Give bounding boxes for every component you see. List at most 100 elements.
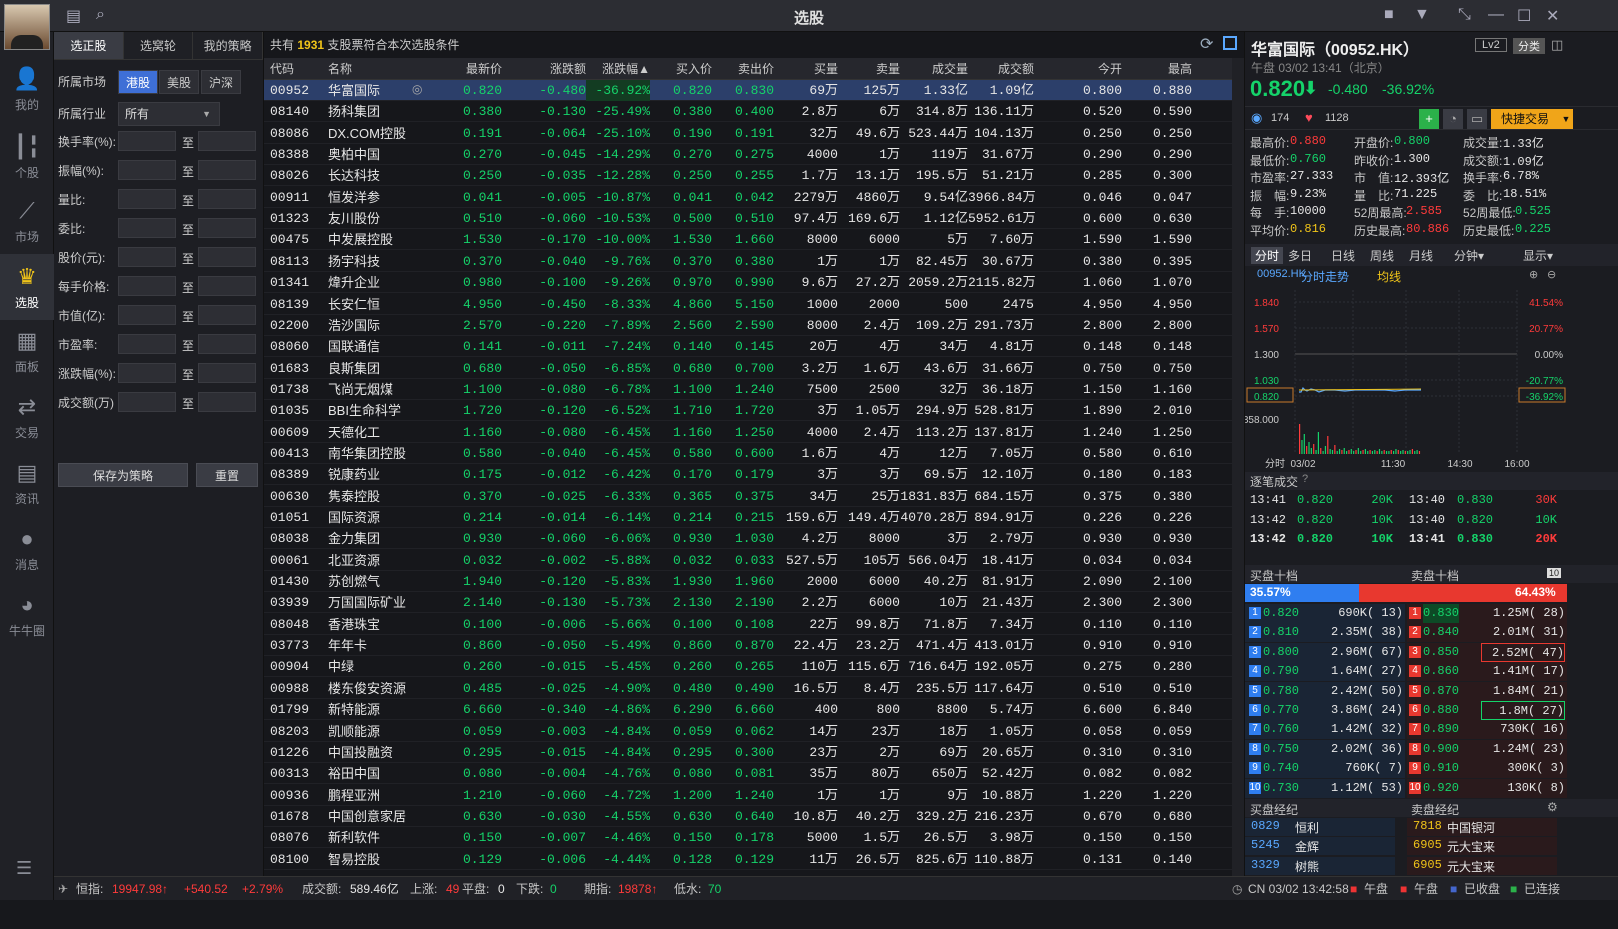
broker-settings-icon[interactable]: ⚙ [1547, 800, 1558, 814]
table-row[interactable]: 01035 BBI生命科学 1.720 -0.120 -6.52% 1.710 1.720 3… [264, 400, 1232, 422]
filter-max-input[interactable] [198, 189, 256, 209]
chart-tab[interactable]: 月线 [1409, 247, 1433, 264]
filter-min-input[interactable] [118, 305, 176, 325]
table-row[interactable]: 01323 友川股份 0.510 -0.060 -10.53% 0.500 0.510 97.… [264, 208, 1232, 230]
table-row[interactable]: 08203 凯顺能源 0.059 -0.003 -4.84% 0.059 0.062 14万 2… [264, 721, 1232, 742]
market-cn-button[interactable]: 沪深 [201, 70, 241, 94]
industry-select[interactable]: 所有 ▼ [118, 102, 220, 126]
table-row[interactable]: 00609 天德化工 1.160 -0.080 -6.45% 1.160 1.250 4000… [264, 422, 1232, 443]
filter-max-input[interactable] [198, 363, 256, 383]
table-row[interactable]: 08086 DX.COM控股 0.191 -0.064 -25.10% 0.190 0.19… [264, 123, 1232, 144]
table-row[interactable]: 00313 裕田中国 0.080 -0.004 -4.76% 0.080 0.081 35万 8… [264, 763, 1232, 785]
zoom-out-icon[interactable]: ⊖ [1547, 268, 1556, 281]
nav-item-1[interactable]: ┃╏ 个股 [0, 124, 54, 190]
table-row[interactable]: 00952 华富国际 0.820 -0.480 -36.92% 0.820 0.830 69万… [264, 80, 1232, 101]
table-row[interactable]: 03939 万国国际矿业 2.140 -0.130 -5.73% 2.130 2.190 2.… [264, 592, 1232, 614]
menu-icon[interactable]: ☰ [16, 858, 32, 879]
filter-min-input[interactable] [118, 247, 176, 267]
filter-min-input[interactable] [118, 160, 176, 180]
table-row[interactable]: 01683 良斯集团 0.680 -0.050 -6.85% 0.680 0.700 3.2万… [264, 358, 1232, 379]
category-button[interactable]: 分类 [1513, 38, 1545, 54]
filter-min-input[interactable] [118, 392, 176, 412]
column-header-11[interactable]: 今开 [1034, 58, 1122, 80]
nav-item-0[interactable]: 👤 我的 [0, 56, 54, 122]
add-watchlist-icon[interactable]: + [1419, 109, 1439, 129]
chart-tab[interactable]: 周线 [1370, 247, 1394, 264]
vertical-scrollbar[interactable] [1232, 58, 1244, 876]
minimize-icon[interactable]: — [1488, 6, 1504, 24]
tab-select-stock[interactable]: 选正股 [54, 32, 124, 59]
market-us-button[interactable]: 美股 [159, 70, 199, 94]
save-strategy-button[interactable]: 保存为策略 [58, 463, 188, 487]
table-row[interactable]: 01226 中国投融资 0.295 -0.015 -4.84% 0.295 0.300 23万… [264, 742, 1232, 763]
nav-item-4[interactable]: ▦ 面板 [0, 318, 54, 384]
table-row[interactable]: 00061 北亚资源 0.032 -0.002 -5.88% 0.032 0.033 527.… [264, 550, 1232, 571]
filter-max-input[interactable] [198, 392, 256, 412]
column-header-8[interactable]: 卖量 [838, 58, 900, 80]
filter-max-input[interactable] [198, 131, 256, 151]
table-row[interactable]: 00475 中发展控股 1.530 -0.170 -10.00% 1.530 1.660 80… [264, 229, 1232, 251]
tab-select-warrant[interactable]: 选窝轮 [123, 32, 194, 59]
column-header-6[interactable]: 卖出价 [712, 58, 774, 80]
column-header-1[interactable]: 名称 [328, 58, 428, 80]
table-row[interactable]: 00911 恒发洋参 0.041 -0.005 -10.87% 0.041 0.042 227… [264, 187, 1232, 208]
tab-my-strategy[interactable]: 我的策略 [193, 32, 264, 59]
level-badge[interactable]: Lv2 [1475, 38, 1507, 52]
table-row[interactable]: 01678 中国创意家居 0.630 -0.030 -4.55% 0.630 0.640 10… [264, 806, 1232, 827]
maximize-icon[interactable]: ☐ [1517, 6, 1531, 26]
table-row[interactable]: 08140 扬科集团 0.380 -0.130 -25.49% 0.380 0.400 2.8… [264, 101, 1232, 123]
shrink-icon[interactable]: ⤡ [1458, 6, 1471, 24]
chart-tab[interactable]: 日线 [1331, 247, 1355, 264]
shirt-icon[interactable]: ▼ [1414, 6, 1430, 24]
table-row[interactable]: 08060 国联通信 0.141 -0.011 -7.24% 0.140 0.145 20万 4… [264, 336, 1232, 358]
filter-max-input[interactable] [198, 305, 256, 325]
column-header-3[interactable]: 涨跌额 [504, 58, 586, 80]
table-row[interactable]: 02200 浩沙国际 2.570 -0.220 -7.89% 2.560 2.590 8000… [264, 315, 1232, 336]
chart-tab[interactable]: 多日 [1288, 247, 1312, 264]
table-row[interactable]: 03773 年年卡 0.860 -0.050 -5.49% 0.860 0.870 22.4万… [264, 635, 1232, 657]
column-header-4[interactable]: 涨跌幅▲ [586, 58, 650, 80]
avatar[interactable] [4, 4, 50, 50]
quick-trade-button[interactable]: 快捷交易 [1491, 109, 1559, 129]
table-row[interactable]: 01341 煒升企业 0.980 -0.100 -9.26% 0.970 0.990 9.6万… [264, 272, 1232, 294]
filter-min-input[interactable] [118, 189, 176, 209]
help-icon[interactable]: ? [1302, 473, 1308, 485]
table-row[interactable]: 00630 隽泰控股 0.370 -0.025 -6.33% 0.365 0.375 34万 2… [264, 486, 1232, 507]
heart-icon[interactable]: ♥ [1305, 110, 1313, 125]
market-hk-button[interactable]: 港股 [118, 70, 158, 94]
column-header-0[interactable]: 代码 [270, 58, 320, 80]
table-row[interactable]: 08076 新利软件 0.150 -0.007 -4.46% 0.150 0.178 5000… [264, 827, 1232, 849]
column-header-12[interactable]: 最高 [1122, 58, 1192, 80]
column-header-10[interactable]: 成交额 [968, 58, 1034, 80]
table-row[interactable]: 08100 智易控股 0.129 -0.006 -4.44% 0.128 0.129 11万 2… [264, 849, 1232, 870]
quick-trade-dropdown-icon[interactable]: ▼ [1559, 109, 1573, 129]
table-row[interactable]: 08388 奥柏中国 0.270 -0.045 -14.29% 0.270 0.275 400… [264, 144, 1232, 166]
nav-item-5[interactable]: ⇄ 交易 [0, 384, 54, 450]
column-header-5[interactable]: 买入价 [650, 58, 712, 80]
chart-tab[interactable]: 分钟▾ [1454, 247, 1484, 264]
watch-icon[interactable]: ◎ [412, 82, 422, 96]
refresh-icon[interactable]: ⟳ [1200, 34, 1213, 54]
filter-min-input[interactable] [118, 131, 176, 151]
intraday-chart[interactable]: 1.840 1.570 1.300 1.030 0.820 41.54% 20.77% 0.0… [1245, 286, 1567, 470]
pin-icon[interactable]: ✈ [58, 877, 68, 901]
table-row[interactable]: 01051 国际资源 0.214 -0.014 -6.14% 0.214 0.215 159.… [264, 507, 1232, 528]
table-row[interactable]: 00904 中绿 0.260 -0.015 -5.45% 0.260 0.265 110万 11… [264, 656, 1232, 678]
table-row[interactable]: 01799 新特能源 6.660 -0.340 -4.86% 6.290 6.660 400 8… [264, 699, 1232, 721]
column-header-7[interactable]: 买量 [774, 58, 838, 80]
table-row[interactable]: 01430 苏创燃气 1.940 -0.120 -5.83% 1.930 1.960 2000… [264, 571, 1232, 593]
table-row[interactable]: 01738 飞尚无烟煤 1.100 -0.080 -6.78% 1.100 1.240 750… [264, 379, 1232, 400]
comment-icon[interactable]: ▭ [1467, 109, 1487, 129]
nav-item-6[interactable]: ▤ 资讯 [0, 450, 54, 516]
nav-item-8[interactable]: ◕ 牛牛圈 [0, 582, 54, 648]
column-header-9[interactable]: 成交量 [900, 58, 968, 80]
nav-item-3[interactable]: ♛ 选股 [0, 254, 54, 320]
filter-min-input[interactable] [118, 363, 176, 383]
reset-button[interactable]: 重置 [196, 463, 258, 487]
filter-min-input[interactable] [118, 334, 176, 354]
table-row[interactable]: 00936 鹏程亚洲 1.210 -0.060 -4.72% 1.200 1.240 1万 1万… [264, 785, 1232, 806]
column-header-2[interactable]: 最新价 [428, 58, 502, 80]
zoom-in-icon[interactable]: ⊕ [1529, 268, 1538, 281]
book-depth-icon[interactable]: 10 [1547, 568, 1562, 578]
table-row[interactable]: 08389 锐康药业 0.175 -0.012 -6.42% 0.170 0.179 3万 3万… [264, 464, 1232, 486]
